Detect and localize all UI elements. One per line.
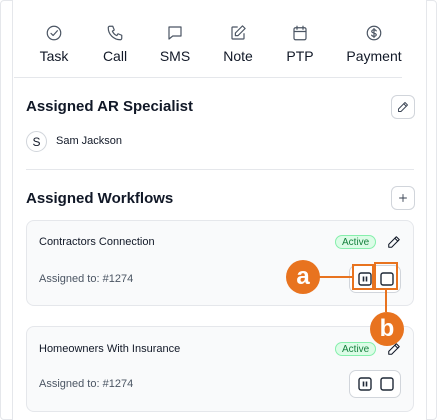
call-label: Call xyxy=(102,48,128,64)
pencil-icon xyxy=(398,102,408,112)
workflow-name: Homeowners With Insurance xyxy=(39,343,181,355)
sms-label: SMS xyxy=(159,48,191,64)
workflows-section-title: Assigned Workflows xyxy=(26,190,174,207)
plus-icon xyxy=(399,194,407,202)
workflow-assigned: Assigned to: #1274 xyxy=(39,273,134,285)
specialist-name: Sam Jackson xyxy=(56,135,123,147)
task-action[interactable]: Task xyxy=(40,24,68,64)
callout-a-highlight xyxy=(352,264,374,290)
avatar: S xyxy=(26,131,47,152)
status-badge: Active xyxy=(335,342,377,356)
pencil-icon xyxy=(388,236,400,248)
callout-marker-a: a xyxy=(286,260,320,294)
edit-note-icon xyxy=(231,25,246,40)
phone-icon xyxy=(107,25,123,41)
callout-b-highlight xyxy=(374,262,398,290)
ptp-action[interactable]: PTP xyxy=(286,24,314,64)
check-circle-icon xyxy=(46,25,62,41)
payment-action[interactable]: Payment xyxy=(346,24,402,64)
action-bar-divider xyxy=(14,14,402,78)
note-action[interactable]: Note xyxy=(223,24,253,64)
section-divider xyxy=(26,169,414,170)
workflow-card: Homeowners With Insurance Active Assigne… xyxy=(26,326,414,412)
pause-workflow-button[interactable] xyxy=(358,377,372,391)
add-workflow-button[interactable] xyxy=(391,186,415,210)
calendar-icon xyxy=(293,25,307,41)
ptp-label: PTP xyxy=(286,48,314,64)
stop-workflow-button[interactable] xyxy=(380,377,394,391)
edit-specialist-button[interactable] xyxy=(391,95,415,119)
callout-a-connector xyxy=(318,276,352,278)
workflow-controls xyxy=(349,370,401,398)
task-label: Task xyxy=(39,48,69,64)
callout-b-connector xyxy=(385,290,387,312)
status-badge: Active xyxy=(335,235,377,249)
sms-action[interactable]: SMS xyxy=(160,24,190,64)
call-action[interactable]: Call xyxy=(101,24,129,64)
workflow-name: Contractors Connection xyxy=(39,236,155,248)
note-label: Note xyxy=(223,48,253,64)
workflow-card: Contractors Connection Active Assigned t… xyxy=(26,220,414,306)
specialist-section-title: Assigned AR Specialist xyxy=(26,98,193,115)
callout-marker-b: b xyxy=(370,312,404,346)
message-icon xyxy=(168,26,182,40)
workflow-assigned: Assigned to: #1274 xyxy=(39,378,134,390)
dollar-circle-icon xyxy=(366,25,382,41)
pause-icon xyxy=(358,377,372,391)
payment-label: Payment xyxy=(346,48,402,64)
stop-icon xyxy=(380,377,394,391)
edit-workflow-button[interactable] xyxy=(387,235,401,249)
